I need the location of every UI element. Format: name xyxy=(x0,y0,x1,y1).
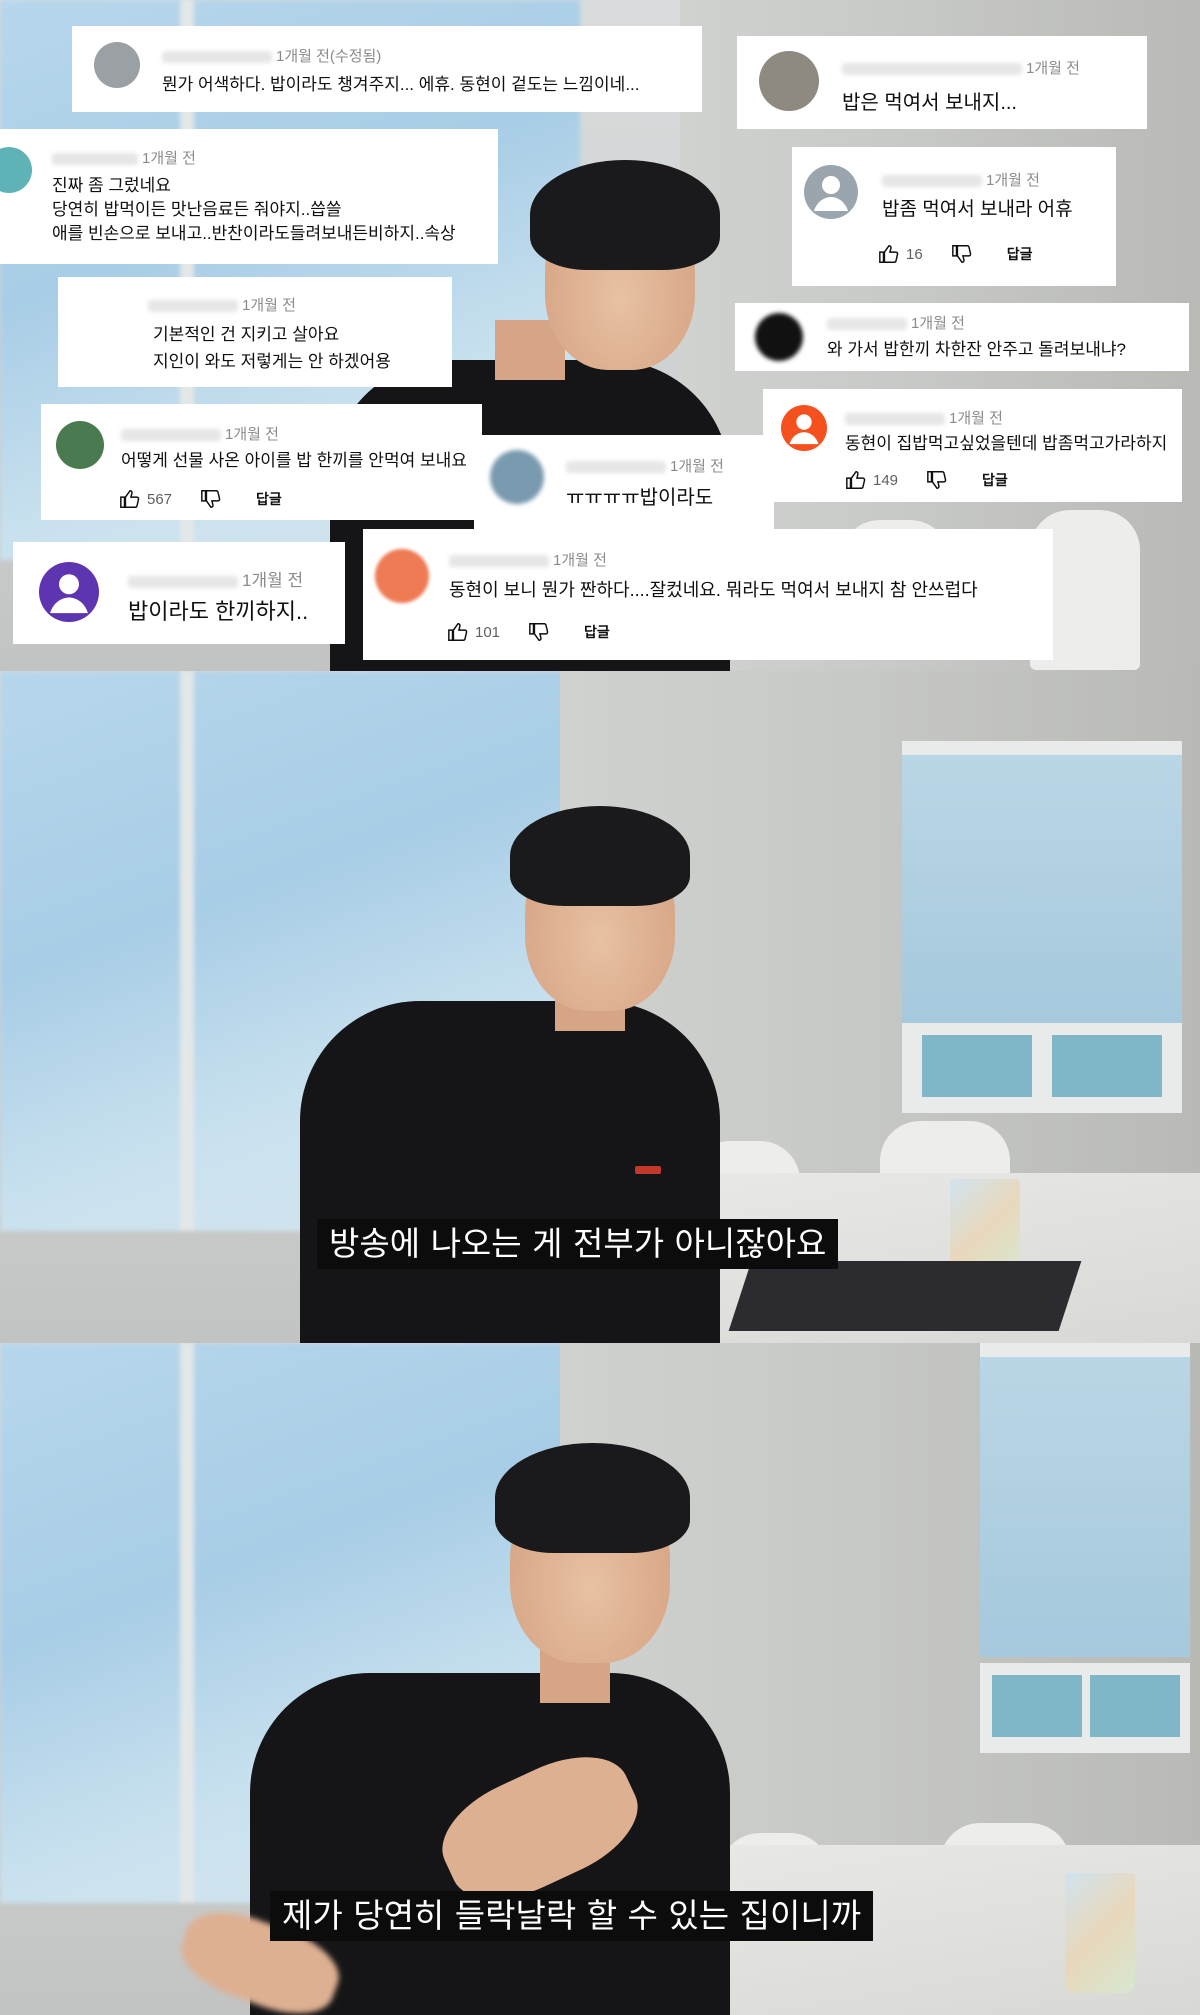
thumbs-up-icon[interactable] xyxy=(878,243,900,265)
reply-button[interactable]: 답글 xyxy=(1007,244,1033,264)
comment-text-line: 당연히 밥먹이든 맛난음료든 줘야지..씁쓸 xyxy=(52,200,342,219)
comment-text: 뭔가 어색하다. 밥이라도 챙겨주지... 에휴. 동현이 겉도는 느낌이네..… xyxy=(162,75,640,94)
comment-text: 어떻게 선물 사온 아이를 밥 한끼를 안먹여 보내요 xyxy=(121,451,467,470)
comment-text: 밥좀 먹여서 보내라 어휴 xyxy=(882,199,1073,220)
comment-time: 1개월 전 xyxy=(1026,60,1080,77)
comment-card: 1개월 전 밥은 먹여서 보내지... xyxy=(737,36,1147,129)
comment-card: 1개월 전 진짜 좀 그렀네요 당연히 밥먹이든 맛난음료든 줘야지..씁쓸 애… xyxy=(0,129,498,264)
username-blurred xyxy=(121,429,221,442)
thumbs-up-icon[interactable] xyxy=(119,488,141,510)
comment-text: 밥은 먹여서 보내지... xyxy=(842,92,1017,114)
comment-time: 1개월 전 xyxy=(911,315,965,332)
like-count: 567 xyxy=(147,490,173,508)
reply-button[interactable]: 답글 xyxy=(982,470,1008,490)
laptop xyxy=(728,1261,1082,1331)
reply-button[interactable]: 답글 xyxy=(256,489,282,509)
comment-card: 1개월 전 밥이라도 한끼하지.. xyxy=(13,542,345,644)
cup xyxy=(1065,1873,1135,1993)
comment-time: 1개월 전 xyxy=(553,552,607,569)
thumbs-down-icon[interactable] xyxy=(200,488,222,510)
person-hair xyxy=(495,1443,690,1553)
comment-time: 1개월 전 xyxy=(986,172,1040,189)
window-blind xyxy=(980,1343,1190,1657)
comment-card: 1개월 전 기본적인 건 지키고 살아요 지인이 와도 저렇게는 안 하겠어용 xyxy=(58,277,452,387)
comment-actions: 16 답글 xyxy=(878,243,1032,265)
window-blind xyxy=(902,741,1182,1025)
thumbs-up-icon[interactable] xyxy=(845,469,867,491)
username-blurred xyxy=(128,575,238,588)
subtitle-caption: 방송에 나오는 게 전부가 아니잖아요 xyxy=(317,1219,839,1269)
avatar xyxy=(755,313,803,361)
small-window xyxy=(980,1663,1190,1753)
user-avatar-icon xyxy=(39,562,99,622)
comment-text-line: 진짜 좀 그렀네요 xyxy=(52,176,171,195)
person-hair xyxy=(510,806,690,906)
username-blurred xyxy=(566,461,666,474)
comment-time: 1개월 전 xyxy=(225,426,279,443)
like-count: 101 xyxy=(475,623,501,641)
comment-text: 동현이 보니 뭔가 짠하다....잘컸네요. 뭐라도 먹여서 보내지 참 안쓰럽… xyxy=(449,580,978,600)
username-blurred xyxy=(845,413,945,426)
comment-time: 1개월 전 xyxy=(242,571,304,590)
user-avatar-icon xyxy=(781,405,827,451)
username-blurred xyxy=(842,63,1022,76)
comment-actions: 149 답글 xyxy=(845,469,1008,491)
comment-text: 와 가서 밥한끼 차한잔 안주고 돌려보내냐? xyxy=(827,340,1126,359)
comment-time: 1개월 전 xyxy=(670,458,724,475)
username-blurred xyxy=(162,51,272,64)
thumbs-up-icon[interactable] xyxy=(447,621,469,643)
comment-card: 1개월 전 밥좀 먹여서 보내라 어휴 16 답글 xyxy=(792,147,1116,286)
video-frame-1: 1개월 전(수정됨) 뭔가 어색하다. 밥이라도 챙겨주지... 에휴. 동현이… xyxy=(0,0,1200,671)
comment-actions: 101 답글 xyxy=(447,621,610,643)
comment-text-line: 애를 빈손으로 보내고..반찬이라도들려보내든비하지..속상 xyxy=(52,224,456,243)
thumbs-down-icon[interactable] xyxy=(951,243,973,265)
username-blurred xyxy=(52,153,138,166)
comment-text-line: 기본적인 건 지키고 살아요 xyxy=(153,325,340,344)
video-frame-2: 방송에 나오는 게 전부가 아니잖아요 xyxy=(0,671,1200,1343)
avatar xyxy=(759,51,819,111)
comment-card: 1개월 전 동현이 보니 뭔가 짠하다....잘컸네요. 뭐라도 먹여서 보내지… xyxy=(363,529,1053,660)
comment-card: 1개월 전 어떻게 선물 사온 아이를 밥 한끼를 안먹여 보내요 567 답글 xyxy=(41,404,482,520)
user-avatar-icon xyxy=(804,165,858,219)
comment-actions: 567 답글 xyxy=(119,488,282,510)
avatar xyxy=(375,549,429,603)
person-hair xyxy=(530,160,720,270)
comment-text-line: 지인이 와도 저렇게는 안 하겠어용 xyxy=(153,352,391,371)
thumbs-down-icon[interactable] xyxy=(528,621,550,643)
username-blurred xyxy=(882,175,982,188)
comment-text: ㅠㅠㅠㅠ밥이라도 xyxy=(566,487,714,509)
comment-text: 동현이 집밥먹고싶었을텐데 밥좀먹고가라하지 xyxy=(845,434,1168,453)
small-window xyxy=(902,1023,1182,1113)
avatar xyxy=(94,42,140,88)
avatar xyxy=(490,450,544,504)
username-blurred xyxy=(449,555,549,568)
username-blurred xyxy=(827,318,907,331)
comment-time: 1개월 전(수정됨) xyxy=(276,48,382,65)
like-count: 149 xyxy=(873,471,899,489)
like-count: 16 xyxy=(906,245,923,263)
comment-time: 1개월 전 xyxy=(242,297,296,314)
comment-card: 1개월 전 동현이 집밥먹고싶었을텐데 밥좀먹고가라하지 149 답글 xyxy=(763,389,1182,502)
username-blurred xyxy=(148,300,238,313)
comment-text: 밥이라도 한끼하지.. xyxy=(128,599,309,624)
comment-time: 1개월 전 xyxy=(949,410,1003,427)
comment-card: 1개월 전 ㅠㅠㅠㅠ밥이라도 xyxy=(474,435,774,531)
thumbs-down-icon[interactable] xyxy=(926,469,948,491)
comment-card: 1개월 전 와 가서 밥한끼 차한잔 안주고 돌려보내냐? xyxy=(735,303,1189,371)
subtitle-caption: 제가 당연히 들락날락 할 수 있는 집이니까 xyxy=(270,1891,874,1941)
comment-card: 1개월 전(수정됨) 뭔가 어색하다. 밥이라도 챙겨주지... 에휴. 동현이… xyxy=(72,26,702,112)
comment-time: 1개월 전 xyxy=(142,150,196,167)
avatar xyxy=(56,421,104,469)
shirt-logo xyxy=(635,1166,661,1174)
avatar xyxy=(0,147,32,193)
video-frame-3: 제가 당연히 들락날락 할 수 있는 집이니까 xyxy=(0,1343,1200,2015)
reply-button[interactable]: 답글 xyxy=(584,622,610,642)
